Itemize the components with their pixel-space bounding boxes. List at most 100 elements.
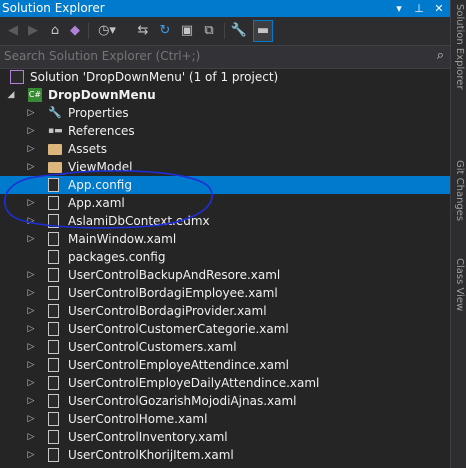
- wrench-icon: 🔧: [48, 106, 62, 119]
- tree-item-label: Assets: [68, 142, 108, 156]
- xaml-file-icon: [48, 232, 59, 246]
- xaml-file-icon: [48, 304, 59, 318]
- edmx-file-icon: [48, 214, 59, 228]
- vs-icon[interactable]: ◆: [66, 21, 84, 41]
- search-icon[interactable]: ⌕: [437, 48, 444, 63]
- collapsed-arrow-icon[interactable]: ▷: [26, 284, 36, 302]
- tree-item[interactable]: ▷ UserControlKhorijItem.xaml: [0, 446, 450, 464]
- tree-item[interactable]: ▷ AslamiDbContext.edmx: [0, 212, 450, 230]
- tree-item[interactable]: ▷ UserControlCustomerCategorie.xaml: [0, 320, 450, 338]
- tree-item[interactable]: ▷ Assets: [0, 140, 450, 158]
- collapse-icon[interactable]: ▣: [178, 21, 196, 41]
- tree-item-label: UserControlEmployeAttendince.xaml: [68, 358, 290, 372]
- tree-item[interactable]: ▷ 🔧 Properties: [0, 104, 450, 122]
- collapsed-arrow-icon[interactable]: ▷: [26, 230, 36, 248]
- pin-icon[interactable]: ⊥: [412, 0, 426, 17]
- references-icon: ▪▬: [48, 126, 63, 136]
- tree-item[interactable]: ▷ UserControlEmployeDailyAttendince.xaml: [0, 374, 450, 392]
- search-bar: ⌕: [0, 45, 450, 69]
- search-input[interactable]: [4, 48, 414, 64]
- tree-item[interactable]: ▷ UserControlInventory.xaml: [0, 428, 450, 446]
- preview-icon[interactable]: ▬: [253, 20, 273, 42]
- toolbar-separator: [88, 23, 89, 39]
- collapsed-arrow-icon[interactable]: ▷: [26, 194, 36, 212]
- collapsed-arrow-icon[interactable]: ▷: [26, 374, 36, 392]
- tree-item-label: UserControlBordagiEmployee.xaml: [68, 286, 278, 300]
- tree-item-label: UserControlCustomerCategorie.xaml: [68, 322, 289, 336]
- tree-item-label: UserControlBackupAndResore.xaml: [68, 268, 281, 282]
- title-bar: Solution Explorer ▾ ⊥ ✕: [0, 0, 450, 17]
- tree-item-label: App.config: [68, 178, 132, 192]
- solution-node[interactable]: Solution 'DropDownMenu' (1 of 1 project): [0, 68, 450, 86]
- tree-item[interactable]: ▷ ▪▬ References: [0, 122, 450, 140]
- xaml-file-icon: [48, 322, 59, 336]
- tree-item-label: packages.config: [68, 250, 166, 264]
- collapsed-arrow-icon[interactable]: ▷: [26, 104, 36, 122]
- xaml-file-icon: [48, 430, 59, 444]
- collapsed-arrow-icon[interactable]: ▷: [26, 410, 36, 428]
- tree-item[interactable]: ▷ ViewModel: [0, 158, 450, 176]
- side-tab-strip: Solution Explorer Git Changes Class View: [450, 0, 466, 468]
- collapsed-arrow-icon[interactable]: ▷: [26, 446, 36, 464]
- tree-item[interactable]: ▷ UserControlBordagiEmployee.xaml: [0, 284, 450, 302]
- copy-icon[interactable]: ⧉: [200, 21, 218, 41]
- tree-item-label: ViewModel: [68, 160, 133, 174]
- tree-item-label: UserControlKhorijItem.xaml: [68, 448, 234, 462]
- tree-item-label: UserControlBordagiProvider.xaml: [68, 304, 267, 318]
- config-file-icon: [48, 250, 59, 264]
- collapsed-arrow-icon[interactable]: ▷: [26, 158, 36, 176]
- tree-item-label: UserControlGozarishMojodiAjnas.xaml: [68, 394, 297, 408]
- tree-item[interactable]: ▷ UserControlCustomers.xaml: [0, 338, 450, 356]
- tree-item[interactable]: ▷ UserControlEmployeAttendince.xaml: [0, 356, 450, 374]
- solution-icon: [10, 70, 24, 84]
- forward-icon[interactable]: ▶: [24, 21, 42, 41]
- side-tab-git-changes[interactable]: Git Changes: [453, 160, 465, 250]
- tree-item[interactable]: ▷ App.xaml: [0, 194, 450, 212]
- tree-item[interactable]: ▷ UserControlBordagiProvider.xaml: [0, 302, 450, 320]
- tree-item-label: MainWindow.xaml: [68, 232, 177, 246]
- xaml-file-icon: [48, 196, 59, 210]
- tree-item-label: Properties: [68, 106, 129, 120]
- expanded-arrow-icon[interactable]: ◢: [6, 86, 16, 104]
- collapsed-arrow-icon[interactable]: ▷: [26, 338, 36, 356]
- tree-item[interactable]: ▷ UserControlHome.xaml: [0, 410, 450, 428]
- solution-tree: Solution 'DropDownMenu' (1 of 1 project)…: [0, 68, 450, 468]
- tree-item[interactable]: packages.config: [0, 248, 450, 266]
- home-icon[interactable]: ⌂: [46, 21, 64, 41]
- window-title: Solution Explorer: [2, 1, 105, 15]
- tree-item[interactable]: ▷ UserControlBackupAndResore.xaml: [0, 266, 450, 284]
- collapsed-arrow-icon[interactable]: ▷: [26, 212, 36, 230]
- side-tab-class-view[interactable]: Class View: [453, 258, 465, 338]
- close-icon[interactable]: ✕: [432, 0, 446, 17]
- collapsed-arrow-icon[interactable]: ▷: [26, 356, 36, 374]
- solution-label: Solution 'DropDownMenu' (1 of 1 project): [30, 70, 279, 84]
- xaml-file-icon: [48, 358, 59, 372]
- properties-wrench-icon[interactable]: 🔧: [230, 21, 248, 41]
- tree-item-label: UserControlInventory.xaml: [68, 430, 228, 444]
- collapsed-arrow-icon[interactable]: ▷: [26, 428, 36, 446]
- collapsed-arrow-icon[interactable]: ▷: [26, 266, 36, 284]
- project-node[interactable]: ◢ C# DropDownMenu: [0, 86, 450, 104]
- xaml-file-icon: [48, 448, 59, 462]
- collapsed-arrow-icon[interactable]: ▷: [26, 392, 36, 410]
- collapsed-arrow-icon[interactable]: ▷: [26, 320, 36, 338]
- side-tab-solution-explorer[interactable]: Solution Explorer: [453, 4, 465, 154]
- dropdown-icon[interactable]: ▾: [392, 0, 406, 17]
- refresh-icon[interactable]: ↻: [156, 21, 174, 41]
- sync-icon[interactable]: ⇆: [134, 21, 152, 41]
- collapsed-arrow-icon[interactable]: ▷: [26, 122, 36, 140]
- history-icon[interactable]: ◷▾: [94, 21, 120, 41]
- folder-icon: [48, 162, 62, 173]
- xaml-file-icon: [48, 268, 59, 282]
- project-label: DropDownMenu: [48, 88, 156, 102]
- tree-item[interactable]: ▷ UserControlGozarishMojodiAjnas.xaml: [0, 392, 450, 410]
- back-icon[interactable]: ◀: [4, 21, 22, 41]
- xaml-file-icon: [48, 376, 59, 390]
- collapsed-arrow-icon[interactable]: ▷: [26, 140, 36, 158]
- xaml-file-icon: [48, 286, 59, 300]
- toolbar: ◀ ▶ ⌂ ◆ ◷▾ ⇆ ↻ ▣ ⧉ 🔧 ▬: [0, 17, 450, 45]
- toolbar-separator: [224, 23, 225, 39]
- tree-item[interactable]: ▷ MainWindow.xaml: [0, 230, 450, 248]
- tree-item[interactable]: App.config: [0, 176, 450, 194]
- collapsed-arrow-icon[interactable]: ▷: [26, 302, 36, 320]
